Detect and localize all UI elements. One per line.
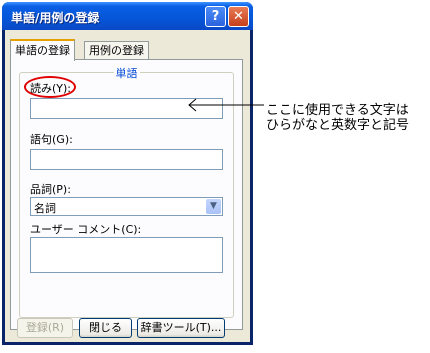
- tab-word-registration[interactable]: 単語の登録: [10, 39, 75, 61]
- annotation-line-1: ここに使用できる文字は: [266, 103, 409, 118]
- phrase-input[interactable]: [30, 149, 223, 170]
- highlight-ellipse: [24, 76, 76, 98]
- dictionary-tools-button[interactable]: 辞書ツール(T)...: [137, 318, 225, 338]
- annotation-text: ここに使用できる文字は ひらがなと英数字と記号: [266, 103, 409, 133]
- close-button[interactable]: 閉じる: [79, 318, 132, 338]
- part-of-speech-label: 品詞(P):: [30, 183, 71, 196]
- tab-example-registration[interactable]: 用例の登録: [84, 41, 149, 59]
- comment-textarea[interactable]: [30, 237, 223, 273]
- help-button[interactable]: ?: [205, 6, 226, 27]
- arrow-left-icon: [188, 98, 264, 112]
- chevron-down-icon[interactable]: ▼: [206, 199, 221, 214]
- group-title: 単語: [113, 67, 140, 80]
- part-of-speech-value: 名詞: [34, 202, 56, 215]
- comment-label: ユーザー コメント(C):: [30, 223, 142, 236]
- part-of-speech-select[interactable]: 名詞 ▼: [30, 197, 223, 216]
- word-registration-dialog: 単語/用例の登録 ? ✕ 単語の登録 用例の登録 単語 読み(Y): 語句(G)…: [2, 2, 253, 345]
- phrase-label: 語句(G):: [30, 133, 73, 146]
- window-title: 単語/用例の登録: [11, 11, 100, 25]
- title-bar[interactable]: 単語/用例の登録 ? ✕: [2, 2, 253, 30]
- register-button[interactable]: 登録(R): [17, 318, 73, 338]
- annotation-line-2: ひらがなと英数字と記号: [266, 118, 410, 133]
- close-window-button[interactable]: ✕: [228, 6, 249, 27]
